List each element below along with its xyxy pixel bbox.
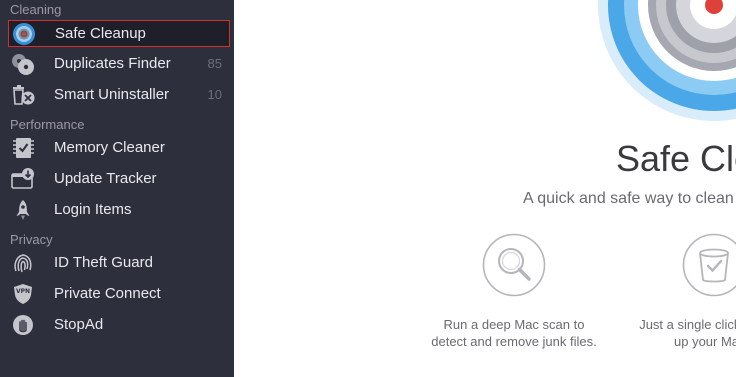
sidebar-item-label: StopAd [54, 316, 104, 333]
duplicates-finder-icon [10, 52, 36, 76]
sidebar-item-update-tracker[interactable]: Update Tracker [8, 166, 230, 193]
page-title: Safe Cle [616, 138, 736, 179]
feature-line: up your Mac [674, 334, 736, 349]
sidebar-item-login-items[interactable]: Login Items [8, 197, 230, 224]
stopad-icon [10, 313, 36, 337]
sidebar-item-label: Private Connect [54, 285, 161, 302]
app-window: Cleaning Safe Cleanup Duplicates Finder … [0, 0, 736, 377]
login-items-icon [10, 198, 36, 222]
feature-line: Run a deep Mac scan to [443, 317, 585, 332]
sidebar-item-label: Safe Cleanup [55, 25, 146, 42]
smart-uninstaller-icon [10, 83, 36, 107]
feature-description: Just a single click up your Mac [634, 316, 736, 350]
sidebar-item-label: Memory Cleaner [54, 139, 165, 156]
sidebar-item-label: Smart Uninstaller [54, 86, 170, 103]
sidebar-item-label: Update Tracker [54, 170, 157, 187]
page-subtitle: A quick and safe way to clean [523, 190, 734, 207]
sidebar-item-count: 85 [207, 56, 222, 71]
section-label-performance: Performance [10, 117, 85, 132]
section-label-cleaning: Cleaning [10, 2, 62, 17]
magnifier-icon [482, 233, 546, 302]
main-panel: Safe Cle A quick and safe way to clean R… [234, 0, 736, 377]
private-connect-icon: VPN [10, 282, 36, 306]
sidebar-item-stopad[interactable]: StopAd [8, 312, 230, 339]
sidebar-item-private-connect[interactable]: VPN Private Connect [8, 281, 230, 308]
feature-description: Run a deep Mac scan to detect and remove… [414, 316, 614, 350]
id-theft-guard-icon [10, 251, 36, 275]
sidebar-item-label: ID Theft Guard [54, 254, 153, 271]
trash-check-icon [682, 233, 736, 302]
sidebar-item-id-theft-guard[interactable]: ID Theft Guard [8, 250, 230, 277]
update-tracker-icon [10, 167, 36, 191]
sidebar-item-smart-uninstaller[interactable]: Smart Uninstaller 10 [8, 82, 230, 109]
sidebar: Cleaning Safe Cleanup Duplicates Finder … [0, 0, 234, 377]
sidebar-item-label: Duplicates Finder [54, 55, 171, 72]
sidebar-item-count: 10 [207, 87, 222, 102]
safe-cleanup-hero-icon [584, 0, 736, 130]
sidebar-item-memory-cleaner[interactable]: Memory Cleaner [8, 135, 230, 162]
sidebar-item-label: Login Items [54, 201, 132, 218]
section-label-privacy: Privacy [10, 232, 53, 247]
sidebar-item-duplicates-finder[interactable]: Duplicates Finder 85 [8, 51, 230, 78]
memory-cleaner-icon [10, 136, 36, 160]
safe-cleanup-icon [11, 22, 37, 46]
sidebar-item-safe-cleanup[interactable]: Safe Cleanup [8, 20, 230, 47]
feature-line: Just a single click [639, 317, 736, 332]
svg-text:VPN: VPN [16, 288, 30, 295]
feature-line: detect and remove junk files. [431, 334, 597, 349]
